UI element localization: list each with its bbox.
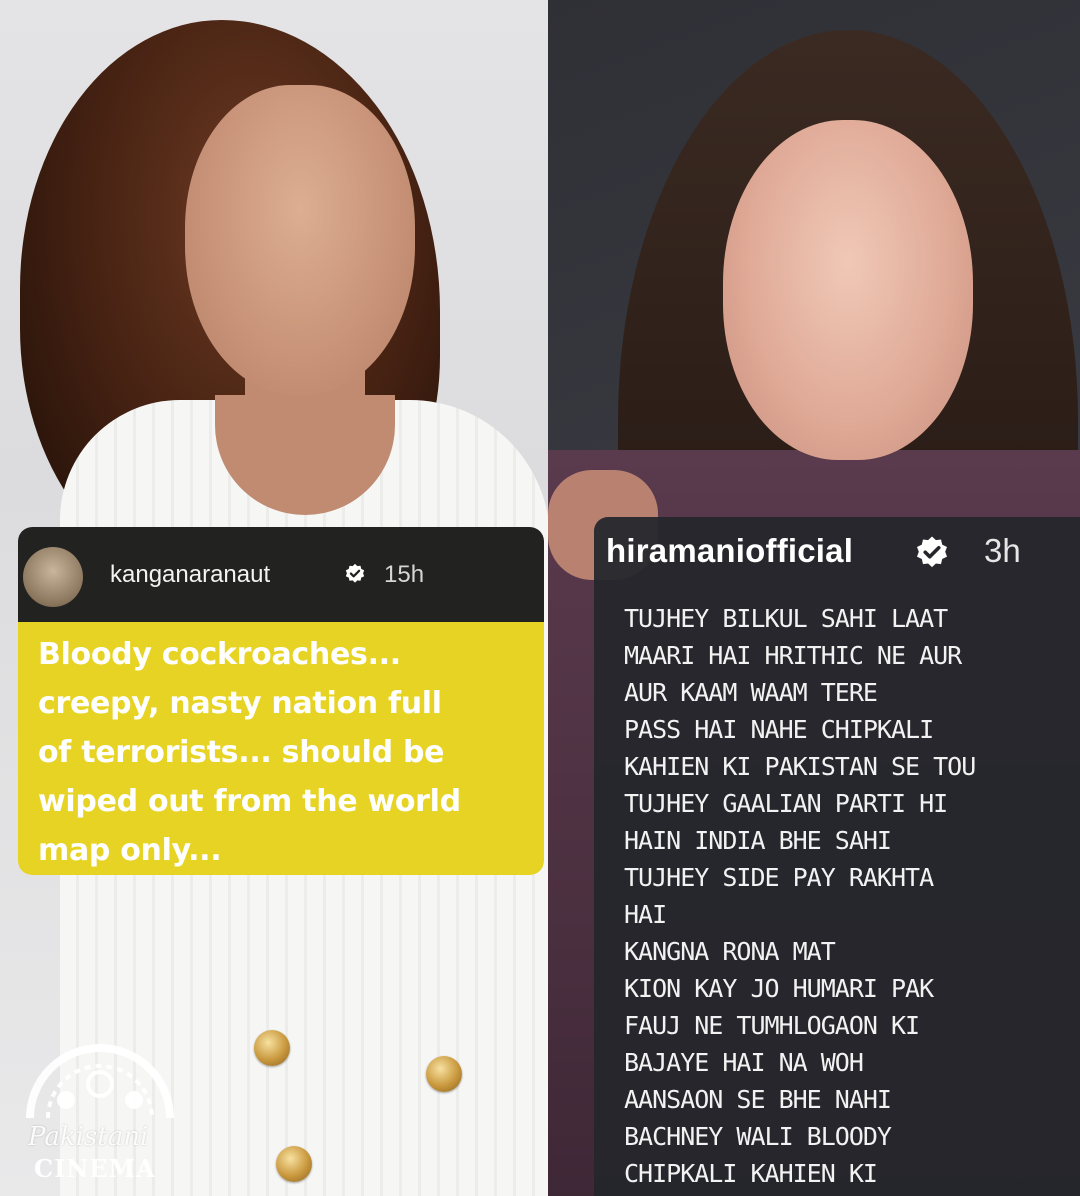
left-story-message: Bloody cockroaches... creepy, nasty nati… [38,637,461,868]
left-photo-panel: Pakistani CINEMA kanganaranaut 15h Blood… [0,0,548,1196]
collage: Pakistani CINEMA kanganaranaut 15h Blood… [0,0,1080,1196]
right-story-message: TUJHEY BILKUL SAHI LAAT MAARI HAI HRITHI… [624,604,976,1188]
cinema-logo-icon [26,1044,174,1119]
avatar[interactable] [23,547,83,607]
verified-badge-icon [917,536,947,568]
left-story-header: kanganaranaut 15h [18,527,544,622]
dress-button [276,1146,312,1182]
portrait-face [185,85,415,395]
dress-button [254,1030,290,1066]
portrait-face [723,120,973,460]
left-story-body: Bloody cockroaches... creepy, nasty nati… [18,622,544,875]
watermark-text-top: Pakistani [28,1122,149,1152]
post-timestamp: 15h [384,561,425,588]
left-story-card: kanganaranaut 15h Bloody cockroaches... … [18,527,544,875]
username[interactable]: hiramaniofficial [606,532,853,570]
username[interactable]: kanganaranaut [110,561,270,589]
dress-button [426,1056,462,1092]
post-timestamp: 3h [984,532,1021,569]
watermark-logo: Pakistani CINEMA [20,1030,190,1190]
right-story-card: hiramaniofficial 3h TUJHEY BILKUL SAHI L… [594,517,1080,1196]
watermark-text-bottom: CINEMA [34,1154,156,1183]
verified-badge-icon [345,563,365,583]
